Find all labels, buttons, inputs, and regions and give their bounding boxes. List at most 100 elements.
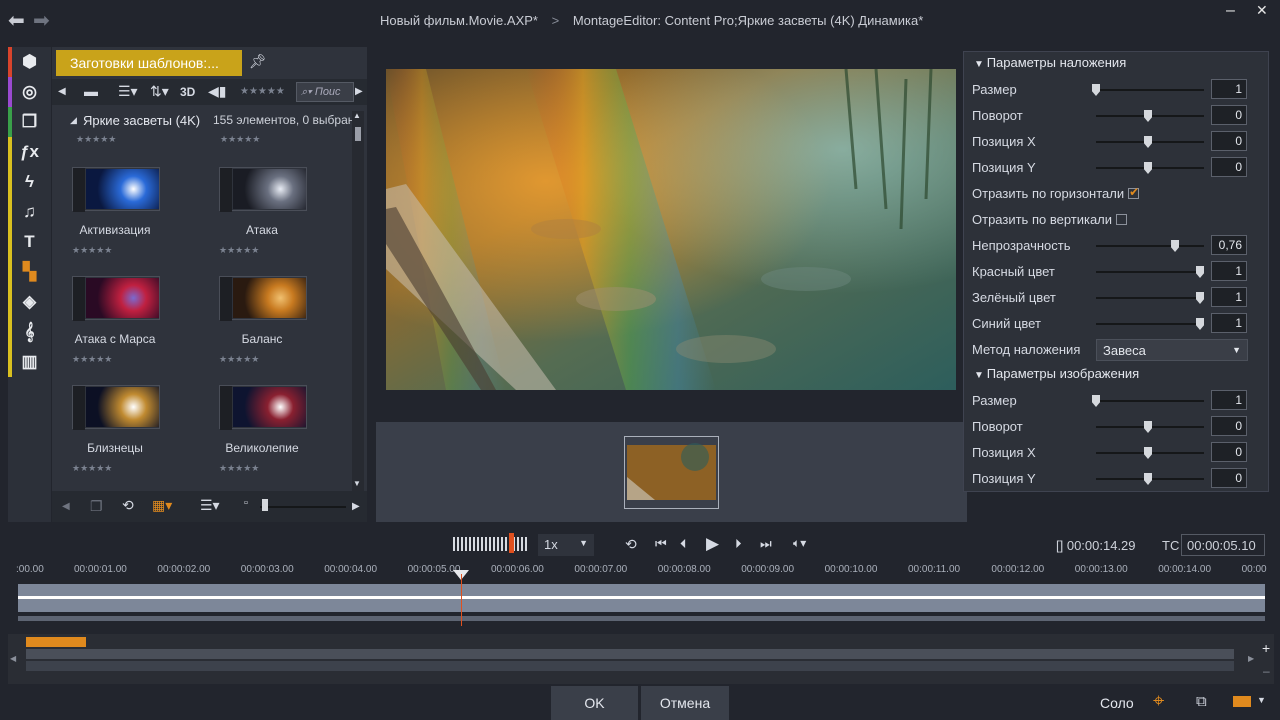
loop-icon[interactable]: ⟲ bbox=[625, 536, 637, 553]
3d-filter-button[interactable]: 3D bbox=[180, 85, 195, 99]
refresh-icon[interactable]: ⟲ bbox=[122, 497, 134, 514]
zoom-in-icon[interactable]: + bbox=[1262, 640, 1270, 656]
folder-icon[interactable]: ▬ bbox=[84, 83, 98, 99]
checkbox[interactable] bbox=[1116, 214, 1128, 225]
blend-mode-dropdown[interactable]: Завеса ▼ bbox=[1096, 339, 1248, 361]
overlay-params-header[interactable]: ▼ Параметры наложения bbox=[974, 55, 1126, 70]
flip-vertical-checkbox[interactable]: Отразить по вертикали bbox=[972, 209, 1262, 231]
tab-templates[interactable]: Заготовки шаблонов:... bbox=[56, 50, 242, 76]
list-menu-icon[interactable]: ☰▾ bbox=[200, 497, 220, 514]
back-arrow-icon[interactable]: ⬅ bbox=[8, 8, 25, 33]
sidebar-tool[interactable]: ▥ bbox=[8, 347, 51, 377]
param-value-field[interactable]: 0 bbox=[1211, 468, 1247, 488]
checkbox[interactable]: ✔ bbox=[1128, 185, 1139, 199]
timeline[interactable]: :00.00 00:00:01.00 00:00:02.00 00:00:03.00 0… bbox=[8, 560, 1272, 626]
param-slider[interactable] bbox=[1096, 245, 1204, 247]
right-arrow-icon[interactable]: ▶ bbox=[1248, 654, 1254, 663]
slider-knob[interactable] bbox=[1144, 162, 1152, 174]
sidebar-tool[interactable]: ♫ bbox=[8, 197, 51, 227]
play-icon[interactable]: ▶ bbox=[706, 534, 719, 554]
flip-horizontal-checkbox[interactable]: Отразить по горизонтали ✔ bbox=[972, 183, 1262, 205]
target-icon[interactable]: ⌖ bbox=[1153, 690, 1164, 713]
zoom-out-icon[interactable]: – bbox=[1263, 664, 1270, 678]
rating-stars[interactable]: ★★★★★ bbox=[76, 134, 116, 145]
shuttle-control[interactable] bbox=[453, 537, 529, 551]
shuttle-marker[interactable] bbox=[509, 533, 514, 553]
rating-stars[interactable]: ★★★★★ bbox=[219, 354, 259, 365]
left-arrow-icon[interactable]: ◀ bbox=[62, 501, 70, 512]
solo-label[interactable]: Соло bbox=[1100, 695, 1134, 711]
minimize-button[interactable]: – bbox=[1226, 2, 1235, 20]
grid-view-icon[interactable]: ▦▾ bbox=[152, 497, 172, 514]
cancel-button[interactable]: Отмена bbox=[641, 686, 729, 720]
sidebar-tool[interactable]: ƒx bbox=[8, 137, 51, 167]
param-value-field[interactable]: 0 bbox=[1211, 131, 1247, 151]
param-value-field[interactable]: 1 bbox=[1211, 390, 1247, 410]
param-slider[interactable] bbox=[1096, 271, 1204, 273]
param-slider[interactable] bbox=[1096, 89, 1204, 91]
playhead[interactable] bbox=[461, 574, 462, 626]
timecode-field[interactable]: 00:00:05.10 bbox=[1181, 534, 1265, 556]
scroll-down-icon[interactable]: ▼ bbox=[353, 479, 361, 488]
image-params-header[interactable]: ▼ Параметры изображения bbox=[974, 366, 1139, 381]
sidebar-tool[interactable]: ▚ bbox=[8, 257, 51, 287]
sidebar-tool[interactable]: ϟ bbox=[8, 167, 51, 197]
slider-knob[interactable] bbox=[1196, 318, 1204, 330]
list-view-icon[interactable]: ☰▾ bbox=[118, 83, 138, 100]
slider-knob[interactable] bbox=[1171, 240, 1180, 252]
rating-stars[interactable]: ★★★★★ bbox=[220, 134, 260, 145]
video-preview[interactable] bbox=[386, 69, 956, 390]
forward-arrow-icon[interactable]: ➡ bbox=[33, 8, 50, 33]
tag-icon[interactable]: ◀▮ bbox=[208, 83, 226, 100]
close-button[interactable]: ✕ bbox=[1256, 2, 1268, 19]
param-value-field[interactable]: 0 bbox=[1211, 442, 1247, 462]
external-monitor-icon[interactable]: ⧉ bbox=[1196, 693, 1207, 710]
time-ruler[interactable]: :00.00 00:00:01.00 00:00:02.00 00:00:03.00 0… bbox=[8, 560, 1272, 582]
scroll-up-icon[interactable]: ▲ bbox=[353, 111, 361, 120]
go-to-end-icon[interactable]: ⏭ bbox=[760, 536, 772, 552]
go-to-start-icon[interactable]: ⏮ bbox=[655, 536, 667, 552]
param-slider[interactable] bbox=[1096, 297, 1204, 299]
param-slider[interactable] bbox=[1096, 323, 1204, 325]
chevron-down-icon[interactable]: ▼ bbox=[1257, 695, 1266, 705]
sidebar-tool[interactable]: T bbox=[8, 227, 51, 257]
step-back-icon[interactable]: ⏴︎ bbox=[680, 536, 687, 552]
param-value-field[interactable]: 1 bbox=[1211, 261, 1247, 281]
timeline-track[interactable] bbox=[18, 584, 1265, 612]
copy-icon[interactable]: ❐ bbox=[90, 498, 103, 515]
thumb-size-icon[interactable]: ▫ bbox=[244, 497, 248, 509]
slider-knob[interactable] bbox=[1144, 421, 1152, 433]
right-arrow-icon[interactable]: ▶ bbox=[355, 86, 363, 97]
search-input[interactable]: ⌕▾ Поис bbox=[296, 82, 354, 102]
param-slider[interactable] bbox=[1096, 400, 1204, 402]
sidebar-tool[interactable]: ❐ bbox=[8, 107, 51, 137]
param-value-field[interactable]: 0 bbox=[1211, 157, 1247, 177]
speed-dropdown[interactable]: 1x ▼ bbox=[538, 534, 594, 556]
rating-stars[interactable]: ★★★★★ bbox=[219, 463, 259, 474]
step-forward-icon[interactable]: ⏵︎ bbox=[735, 536, 742, 552]
ok-button[interactable]: OK bbox=[551, 686, 638, 720]
aspect-icon[interactable] bbox=[1233, 696, 1251, 707]
param-value-field[interactable]: 1 bbox=[1211, 313, 1247, 333]
scrollbar-thumb[interactable] bbox=[355, 127, 361, 141]
slider-knob[interactable] bbox=[1196, 292, 1204, 304]
left-arrow-icon[interactable]: ◀ bbox=[10, 654, 16, 663]
sidebar-tool[interactable]: 𝄞 bbox=[8, 317, 51, 347]
right-arrow-icon[interactable]: ▶ bbox=[352, 501, 360, 512]
param-value-field[interactable]: 0 bbox=[1211, 105, 1247, 125]
sidebar-tool[interactable]: ⬢ bbox=[8, 47, 51, 77]
sidebar-tool[interactable]: ◎ bbox=[8, 77, 51, 107]
clip-thumbnail[interactable] bbox=[624, 436, 719, 509]
thumb-size-knob[interactable] bbox=[262, 499, 268, 511]
collapse-icon[interactable]: ◢ bbox=[70, 115, 77, 126]
rating-stars[interactable]: ★★★★★ bbox=[72, 245, 112, 256]
param-value-field[interactable]: 1 bbox=[1211, 287, 1247, 307]
timeline-scrollbar[interactable] bbox=[18, 616, 1265, 621]
folder-header[interactable]: ◢ Яркие засветы (4K) 155 элементов, 0 вы… bbox=[52, 111, 352, 133]
rating-stars[interactable]: ★★★★★ bbox=[72, 463, 112, 474]
volume-icon[interactable]: 🔈︎▾ bbox=[793, 536, 806, 551]
pin-icon[interactable]: 📌︎ bbox=[249, 53, 267, 70]
left-arrow-icon[interactable]: ◀ bbox=[58, 86, 66, 97]
param-value-field[interactable]: 0 bbox=[1211, 416, 1247, 436]
slider-knob[interactable] bbox=[1092, 395, 1100, 407]
